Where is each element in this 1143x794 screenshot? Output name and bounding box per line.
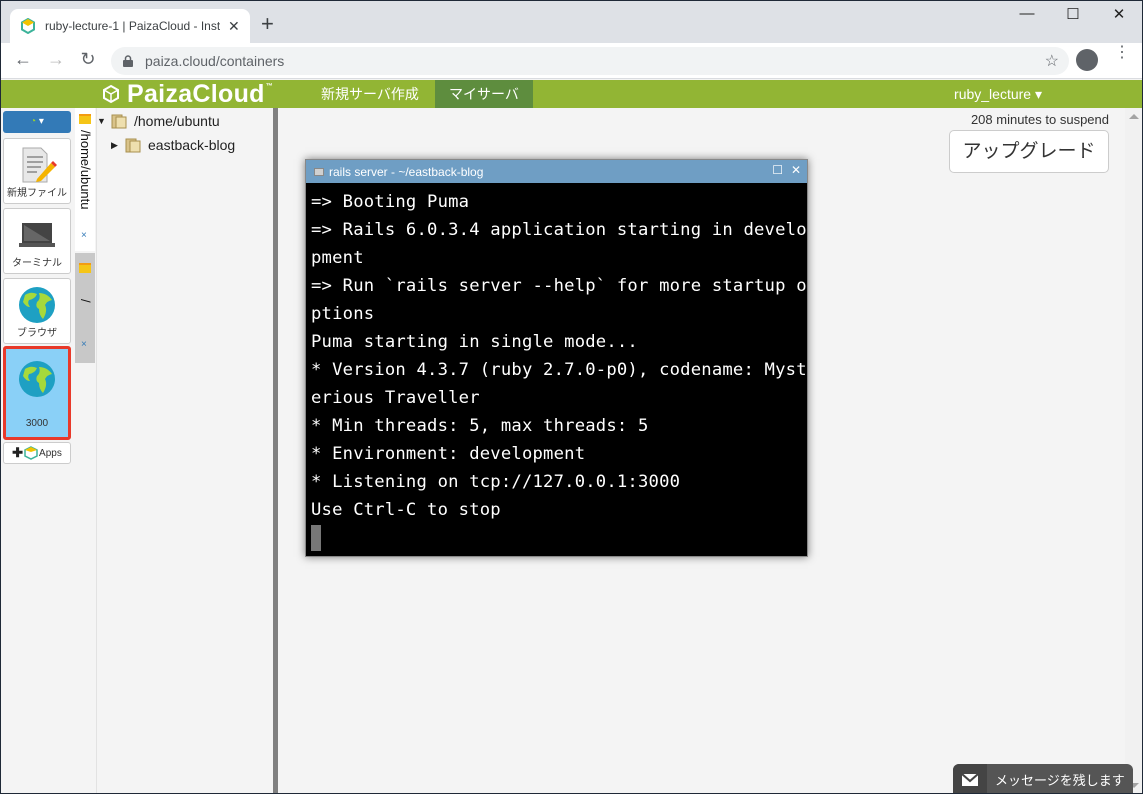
message-label: メッセージを残します [995,773,1125,788]
tree-label: /home/ubuntu [134,113,220,129]
caret-right-icon[interactable]: ▶ [111,140,125,151]
port-3000-label: 3000 [25,418,49,429]
browser-window: ruby-lecture-1 | PaizaCloud - Inst ✕ + —… [1,1,1142,793]
paiza-logo[interactable]: PaizaCloud ™ [101,80,273,108]
profile-avatar-icon[interactable] [1076,49,1098,71]
terminal-line: Use Ctrl-C to stop [311,500,501,520]
browser-label: ブラウザ [17,328,57,339]
browser-tab[interactable]: ruby-lecture-1 | PaizaCloud - Inst ✕ [10,9,250,43]
globe-icon [19,361,55,397]
caret-down-icon[interactable]: ▼ [97,116,111,126]
tree-label: eastback-blog [148,137,236,153]
globe-icon [19,287,55,323]
message-widget[interactable]: メッセージを残します [953,764,1133,793]
apps-label: Apps [39,447,62,459]
folder-icon [111,114,127,129]
terminal-line: * Listening on tcp://127.0.0.1:3000 [311,472,681,492]
address-bar[interactable]: paiza.cloud/containers ☆ [111,47,1069,75]
terminal-label: ターミナル [12,258,62,269]
maximize-button[interactable]: ☐ [1050,5,1096,23]
tab-close-icon[interactable]: ✕ [228,18,240,35]
browser-toolbar: ← → ↻ paiza.cloud/containers ☆ [1,43,1142,79]
back-button[interactable]: ← [11,49,35,70]
folder-tab-label: / [78,299,93,303]
tab-title: ruby-lecture-1 | PaizaCloud - Inst [45,19,220,33]
brand-name: PaizaCloud [127,79,265,108]
terminal-icon [19,223,55,247]
close-icon[interactable]: × [81,339,87,350]
close-icon[interactable]: ✕ [791,163,801,177]
terminal-line: => Run `rails server --help` for more st… [311,276,807,296]
tree-node-root[interactable]: ▼ /home/ubuntu [97,113,220,129]
scrollbar[interactable] [1125,108,1142,793]
bookmark-star-icon[interactable]: ☆ [1045,51,1059,71]
server-dropdown-button[interactable]: ◔ ▾ [3,111,71,133]
close-icon[interactable]: × [81,230,87,241]
folder-tab-home[interactable]: /home/ubuntu × [75,108,95,251]
url-text: paiza.cloud/containers [145,53,285,69]
tab-strip: ruby-lecture-1 | PaizaCloud - Inst ✕ + —… [1,1,1142,43]
nav-my-server[interactable]: マイサーバ [435,80,533,108]
terminal-cursor [311,525,321,551]
terminal-line: * Version 4.3.7 (ruby 2.7.0-p0), codenam… [311,360,807,380]
terminal-line: pment [311,248,364,268]
paiza-favicon-icon [21,18,35,34]
app-sidebar: ◔ ▾ 新規ファイル ターミナル ブラウザ 3000 ✚ Apps [1,108,74,793]
paiza-leaf-icon: ◔ [30,116,37,127]
terminal-line: Puma starting in single mode... [311,332,638,352]
maximize-icon[interactable]: ☐ [772,163,783,177]
terminal-line: * Environment: development [311,444,586,464]
plus-icon: ✚ [12,445,24,460]
browser-button[interactable]: ブラウザ [3,278,71,344]
terminal-line: => Booting Puma [311,192,470,212]
trademark: ™ [265,82,274,90]
upgrade-button[interactable]: アップグレード [949,130,1109,173]
new-file-button[interactable]: 新規ファイル [3,138,71,204]
file-tree: ▼ /home/ubuntu ▶ eastback-blog [96,108,273,793]
terminal-output[interactable]: => Booting Puma => Rails 6.0.3.4 applicat… [306,183,807,557]
chevron-down-icon: ▾ [38,116,44,127]
minimize-button[interactable]: — [1004,5,1050,22]
scroll-up-icon[interactable] [1129,114,1139,119]
folder-tab-label: /home/ubuntu [78,130,93,210]
close-window-button[interactable]: ✕ [1096,5,1142,23]
forward-button[interactable]: → [44,49,68,70]
folder-icon [79,263,91,273]
user-menu[interactable]: ruby_lecture ▾ [954,80,1042,108]
terminal-window[interactable]: rails server - ~/eastback-blog ☐ ✕ => Bo… [305,159,808,557]
folder-icon [125,138,141,153]
terminal-button[interactable]: ターミナル [3,208,71,274]
reload-button[interactable]: ↻ [76,49,100,70]
folder-tab-root[interactable]: / × [75,253,95,363]
envelope-icon [953,764,987,793]
suspend-timer: 208 minutes to suspend [970,112,1109,127]
terminal-line: erious Traveller [311,388,480,408]
paiza-cube-icon [103,84,119,104]
chrome-menu-icon[interactable]: ⋮ [1114,45,1130,61]
terminal-titlebar[interactable]: rails server - ~/eastback-blog ☐ ✕ [306,160,807,183]
nav-new-server[interactable]: 新規サーバ作成 [307,80,433,108]
terminal-line: => Rails 6.0.3.4 application starting in… [311,220,807,240]
new-tab-button[interactable]: + [261,13,274,35]
tree-node-eastback-blog[interactable]: ▶ eastback-blog [111,137,235,153]
port-3000-button[interactable]: 3000 [3,346,71,440]
folder-icon [79,114,91,124]
new-file-icon [22,147,57,183]
add-apps-button[interactable]: ✚ Apps [3,442,71,464]
terminal-line: ptions [311,304,375,324]
lock-icon [123,55,133,67]
terminal-title: rails server - ~/eastback-blog [329,164,484,179]
app-header: PaizaCloud ™ 新規サーバ作成 マイサーバ ruby_lecture … [1,80,1142,108]
terminal-icon [314,167,324,176]
new-file-label: 新規ファイル [7,188,67,199]
paiza-cube-icon [24,446,38,460]
terminal-line: * Min threads: 5, max threads: 5 [311,416,649,436]
